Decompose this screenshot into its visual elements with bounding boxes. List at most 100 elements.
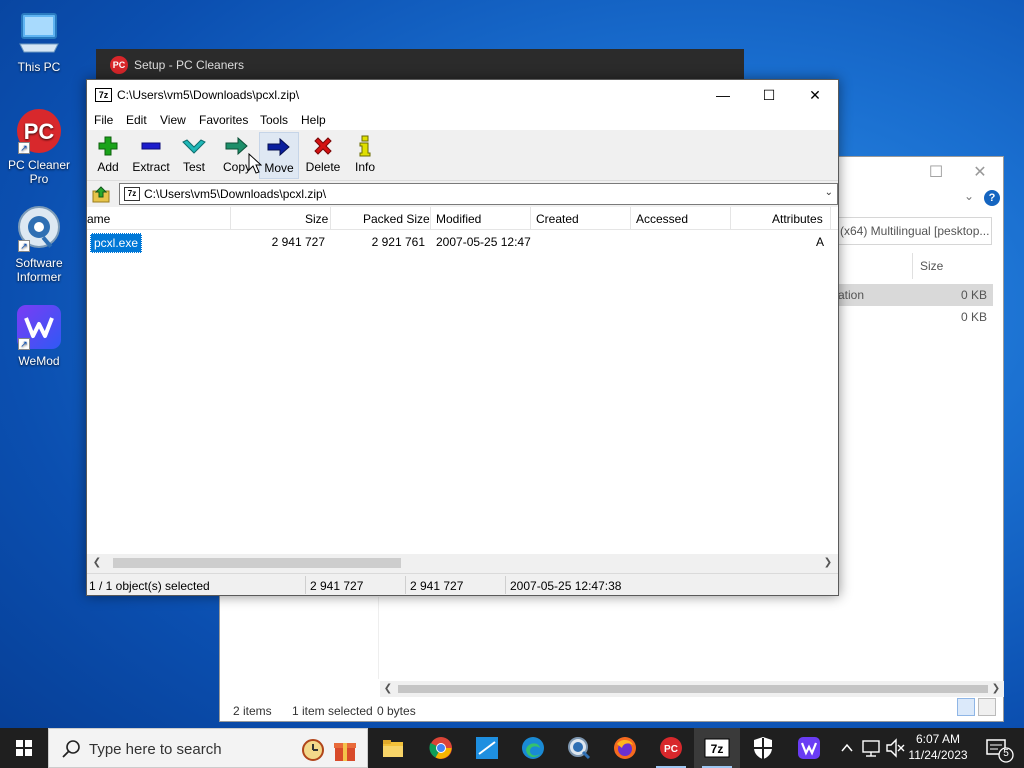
- desktop-icon-label: Software Informer: [15, 256, 63, 284]
- notification-center-button[interactable]: 5: [978, 728, 1018, 768]
- file-name[interactable]: pcxl.exe: [90, 233, 143, 253]
- details-view-icon[interactable]: [957, 698, 975, 716]
- info-icon: [350, 132, 380, 160]
- svg-text:7z: 7z: [711, 742, 724, 756]
- delete-button[interactable]: Delete: [303, 132, 343, 179]
- pane-divider: [378, 597, 379, 679]
- column-header-accessed[interactable]: Accessed: [636, 212, 688, 226]
- search-icon: [62, 740, 80, 758]
- table-row[interactable]: pcxl.exe 2 941 727 2 921 761 2007-05-25 …: [87, 231, 838, 253]
- desktop-icon-this-pc[interactable]: This PC: [6, 10, 72, 74]
- taskbar-pc-cleaner[interactable]: PC: [648, 728, 694, 768]
- menu-view[interactable]: View: [160, 113, 186, 127]
- path-text: C:\Users\vm5\Downloads\pcxl.zip\: [144, 187, 327, 201]
- move-button[interactable]: Move: [259, 132, 299, 179]
- taskbar-firefox[interactable]: [602, 728, 648, 768]
- explorer-row[interactable]: 0 KB: [838, 306, 993, 328]
- scroll-right-icon[interactable]: ❯: [988, 681, 1004, 697]
- explorer-status-selected: 1 item selected: [292, 704, 373, 718]
- maximize-icon[interactable]: ☐: [746, 80, 792, 110]
- menu-file[interactable]: File: [94, 113, 113, 127]
- chrome-icon: [429, 737, 452, 759]
- scroll-left-icon[interactable]: ❮: [380, 681, 396, 697]
- 7zip-window[interactable]: 7z C:\Users\vm5\Downloads\pcxl.zip\ — ☐ …: [86, 79, 839, 596]
- shortcut-arrow-icon: ↗: [18, 240, 30, 252]
- folder-icon: [383, 740, 403, 757]
- maximize-icon[interactable]: ☐: [916, 161, 956, 185]
- menu-tools[interactable]: Tools: [260, 113, 288, 127]
- desktop-icon-wemod[interactable]: ↗ WeMod: [6, 304, 72, 368]
- notification-icon: [986, 739, 1014, 763]
- file-list[interactable]: ame Size Packed Size Modified Created Ac…: [87, 207, 838, 554]
- column-header-size[interactable]: Size: [305, 212, 328, 226]
- minimize-icon[interactable]: —: [700, 80, 746, 110]
- pc-cleaner-logo-icon: PC: [110, 56, 128, 74]
- menu-help[interactable]: Help: [301, 113, 326, 127]
- tray-chevron-up-icon[interactable]: [838, 728, 856, 768]
- taskbar-edge[interactable]: [510, 728, 556, 768]
- column-separator: [430, 207, 431, 230]
- title-bar[interactable]: 7z C:\Users\vm5\Downloads\pcxl.zip\ — ☐ …: [87, 80, 838, 110]
- explorer-row[interactable]: ation 0 KB: [838, 284, 993, 306]
- up-folder-icon[interactable]: [92, 185, 110, 203]
- column-header-modified[interactable]: Modified: [436, 212, 481, 226]
- 7zip-app-icon: 7z: [95, 88, 112, 102]
- taskbar-security[interactable]: [740, 728, 786, 768]
- volume-muted-icon[interactable]: [884, 728, 906, 768]
- shortcut-arrow-icon: ↗: [18, 142, 30, 154]
- path-combobox[interactable]: 7z C:\Users\vm5\Downloads\pcxl.zip\ ⌄: [119, 183, 838, 205]
- menu-edit[interactable]: Edit: [126, 113, 147, 127]
- scroll-right-icon[interactable]: ❯: [820, 555, 836, 571]
- desktop-icon-pc-cleaner-pro[interactable]: PC ↗ PC Cleaner Pro: [6, 108, 72, 186]
- taskbar-search-app[interactable]: [556, 728, 602, 768]
- column-header-name[interactable]: ame: [87, 212, 110, 226]
- desktop-icon-software-informer[interactable]: ↗ Software Informer: [6, 206, 72, 284]
- status-selection: 1 / 1 object(s) selected: [89, 579, 210, 593]
- taskbar-wemod[interactable]: [786, 728, 832, 768]
- menu-favorites[interactable]: Favorites: [199, 113, 248, 127]
- column-header-attributes[interactable]: Attributes: [772, 212, 823, 226]
- file-size: 2 941 727: [271, 235, 325, 249]
- desktop-icon-label: PC Cleaner Pro: [7, 158, 71, 186]
- column-separator: [330, 207, 331, 230]
- desktop-icon-label: WeMod: [18, 354, 60, 368]
- explorer-address-fragment[interactable]: (x64) Multilingual [pesktop...: [837, 217, 992, 245]
- toolbar: Add Extract Test Copy Move Delete Info: [87, 131, 838, 181]
- help-icon[interactable]: ?: [984, 190, 1000, 206]
- setup-window[interactable]: PC Setup - PC Cleaners: [96, 49, 744, 81]
- minus-icon: [129, 132, 173, 160]
- scrollbar-thumb[interactable]: [398, 685, 988, 693]
- taskbar-clock[interactable]: 6:07 AM 11/24/2023: [906, 731, 970, 763]
- add-button[interactable]: Add: [93, 132, 123, 179]
- notification-count: 5: [1003, 748, 1009, 759]
- taskbar-7zip[interactable]: 7z: [694, 728, 740, 768]
- info-button[interactable]: Info: [350, 132, 380, 179]
- chevron-down-icon[interactable]: ⌄: [964, 189, 974, 203]
- x-icon: [303, 132, 343, 160]
- taskbar-file-explorer[interactable]: [370, 728, 416, 768]
- pc-cleaner-logo-icon: PC ↗: [16, 108, 62, 154]
- explorer-column-size[interactable]: Size: [920, 259, 943, 273]
- scroll-left-icon[interactable]: ❮: [89, 555, 105, 571]
- close-icon[interactable]: ✕: [960, 161, 1000, 185]
- taskbar-search-box[interactable]: Type here to search: [48, 728, 368, 768]
- scrollbar-thumb[interactable]: [113, 558, 401, 568]
- plus-icon: [93, 132, 123, 160]
- network-icon[interactable]: [860, 728, 882, 768]
- start-button[interactable]: [0, 728, 48, 768]
- close-icon[interactable]: ✕: [792, 80, 838, 110]
- taskbar-blue-app[interactable]: [464, 728, 510, 768]
- explorer-horizontal-scrollbar[interactable]: ❮ ❯: [380, 681, 1004, 697]
- taskbar-chrome[interactable]: [418, 728, 464, 768]
- edge-icon: [522, 737, 544, 759]
- extract-button[interactable]: Extract: [129, 132, 173, 179]
- column-header-packed-size[interactable]: Packed Size: [363, 212, 430, 226]
- explorer-status-bar: 2 items 1 item selected 0 bytes: [220, 701, 1003, 721]
- large-icons-view-icon[interactable]: [978, 698, 996, 716]
- column-separator: [912, 253, 913, 279]
- test-button[interactable]: Test: [179, 132, 209, 179]
- wemod-logo-icon: [798, 737, 820, 759]
- chevron-down-icon[interactable]: ⌄: [825, 187, 833, 198]
- horizontal-scrollbar[interactable]: ❮ ❯: [87, 554, 838, 571]
- column-header-created[interactable]: Created: [536, 212, 579, 226]
